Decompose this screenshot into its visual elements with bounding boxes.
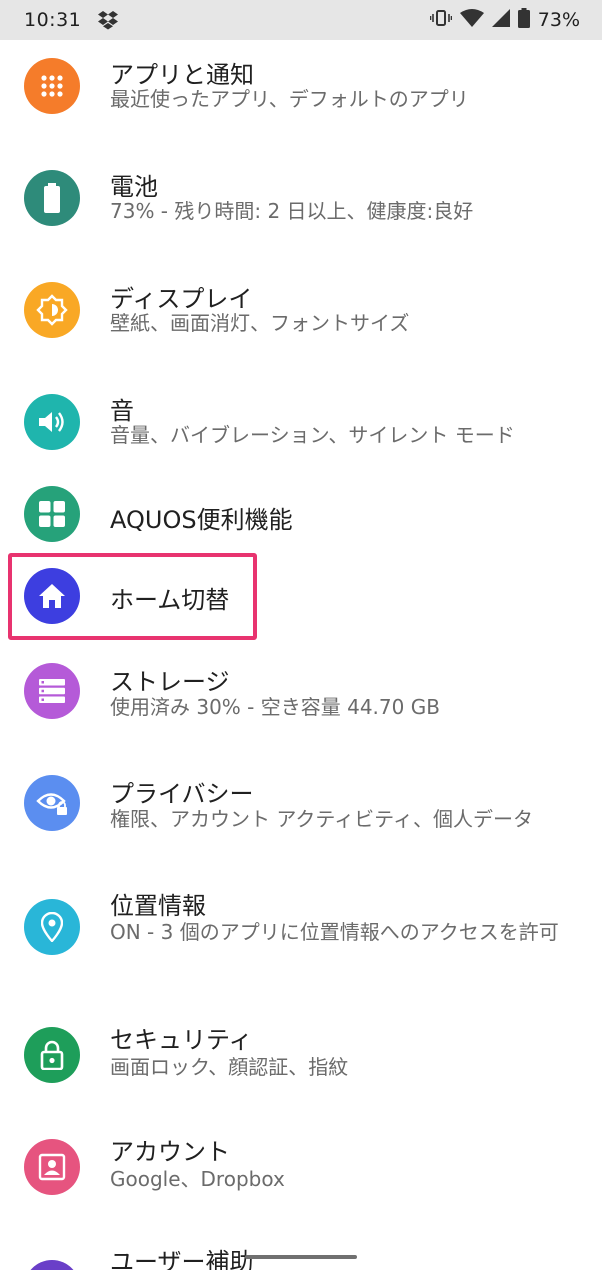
settings-item-apps-notifications[interactable]: アプリと通知 最近使ったアプリ、デフォルトのアプリ (0, 40, 602, 150)
dropbox-icon (97, 10, 119, 30)
volume-icon (24, 394, 80, 450)
settings-item-privacy[interactable]: プライバシー 権限、アカウント アクティビティ、個人データ (0, 762, 602, 874)
settings-item-subtitle: 最近使ったアプリ、デフォルトのアプリ (110, 87, 469, 111)
brightness-icon (24, 282, 80, 338)
signal-icon (491, 8, 510, 32)
accessibility-icon (24, 1260, 80, 1270)
status-time: 10:31 (24, 9, 82, 31)
settings-item-subtitle: 壁紙、画面消灯、フォントサイズ (110, 311, 410, 335)
privacy-eye-icon (24, 775, 80, 831)
settings-item-title: ストレージ (110, 668, 230, 696)
dashboard-icon (24, 486, 80, 542)
storage-icon (24, 663, 80, 719)
settings-item-title: ディスプレイ (110, 285, 253, 313)
settings-item-storage[interactable]: ストレージ 使用済み 30% - 空き容量 44.70 GB (0, 650, 602, 762)
apps-grid-icon (24, 58, 80, 114)
settings-item-title: プライバシー (110, 780, 254, 808)
settings-item-title: セキュリティ (110, 1026, 253, 1054)
gesture-nav-handle[interactable] (245, 1255, 357, 1259)
settings-item-title: 音 (110, 397, 134, 425)
lock-icon (24, 1027, 80, 1083)
location-pin-icon (24, 899, 80, 955)
settings-item-subtitle: 使用済み 30% - 空き容量 44.70 GB (110, 695, 440, 719)
status-bar: 10:31 73% (0, 0, 602, 40)
settings-item-location[interactable]: 位置情報 ON - 3 個のアプリに位置情報へのアクセスを許可 (0, 874, 602, 1010)
battery-icon (24, 170, 80, 226)
settings-item-subtitle: 73% - 残り時間: 2 日以上、健康度:良好 (110, 199, 474, 223)
settings-item-title: ユーザー補助 (110, 1248, 254, 1270)
highlight-box (8, 553, 257, 640)
settings-item-subtitle: 画面ロック、顔認証、指紋 (110, 1055, 349, 1079)
settings-item-title: AQUOS便利機能 (110, 506, 293, 534)
settings-item-subtitle: Google、Dropbox (110, 1167, 285, 1191)
account-icon (24, 1139, 80, 1195)
settings-item-battery[interactable]: 電池 73% - 残り時間: 2 日以上、健康度:良好 (0, 152, 602, 262)
settings-item-accounts[interactable]: アカウント Google、Dropbox (0, 1136, 602, 1248)
settings-item-title: 位置情報 (110, 892, 206, 920)
vibrate-icon (429, 9, 453, 32)
settings-item-title: アカウント (110, 1138, 230, 1166)
settings-item-sound[interactable]: 音 音量、バイブレーション、サイレント モード (0, 376, 602, 486)
settings-item-title: 電池 (110, 173, 158, 201)
settings-item-title: アプリと通知 (110, 61, 254, 89)
wifi-icon (459, 8, 484, 32)
settings-item-subtitle: 音量、バイブレーション、サイレント モード (110, 423, 515, 447)
settings-item-subtitle: 権限、アカウント アクティビティ、個人データ (110, 807, 533, 831)
settings-item-subtitle: ON - 3 個のアプリに位置情報へのアクセスを許可 (110, 920, 559, 944)
settings-item-accessibility[interactable]: ユーザー補助 (0, 1248, 602, 1270)
battery-status-icon (517, 7, 530, 33)
settings-item-display[interactable]: ディスプレイ 壁紙、画面消灯、フォントサイズ (0, 264, 602, 374)
battery-percent: 73% (537, 9, 580, 31)
settings-item-security[interactable]: セキュリティ 画面ロック、顔認証、指紋 (0, 1024, 602, 1136)
